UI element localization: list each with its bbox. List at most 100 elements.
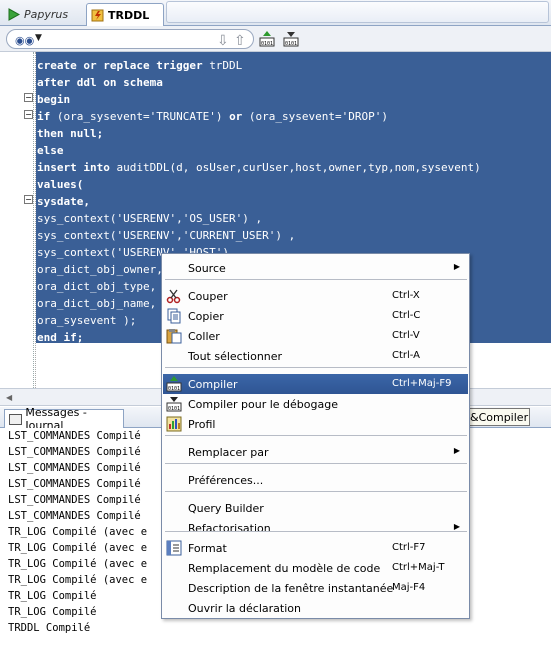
- log-line: TR_LOG Compilé: [8, 606, 97, 618]
- log-line: TR_LOG Compilé (avec e: [8, 526, 148, 538]
- submenu-arrow-icon: ▶: [453, 262, 460, 271]
- menu-item-label: Tout sélectionner: [188, 350, 283, 363]
- code-line[interactable]: begin: [37, 91, 481, 108]
- code-line[interactable]: sys_context('USERENV','CURRENT_USER') ,: [37, 227, 481, 244]
- context-menu: Source ▶ Couper Ctrl-X Copier Ctrl-C Coller Ctr…: [161, 253, 470, 619]
- tab-papyrus[interactable]: Papyrus: [3, 3, 83, 26]
- log-line: LST_COMMANDES Compilé: [8, 446, 141, 458]
- format-icon: [166, 540, 182, 556]
- menu-item-label: Couper: [188, 290, 228, 303]
- compile-debug-button[interactable]: 0101: [282, 30, 300, 48]
- menu-item-compiler[interactable]: 0101 Compiler Ctrl+Maj-F9: [163, 374, 468, 394]
- menu-item-remplacement-du-modele-de-code[interactable]: Remplacement du modèle de code Ctrl+Maj-T: [163, 558, 468, 578]
- play-icon: [8, 8, 20, 21]
- menu-item-copier[interactable]: Copier Ctrl-C: [163, 306, 468, 326]
- code-line[interactable]: then null;: [37, 125, 481, 142]
- tab-trddl[interactable]: TRDDL: [86, 3, 164, 27]
- menu-separator: [165, 491, 467, 492]
- code-line[interactable]: create or replace trigger trDDL: [37, 57, 481, 74]
- copy-icon: [166, 308, 182, 324]
- log-line: TR_LOG Compilé (avec e: [8, 558, 148, 570]
- code-line[interactable]: else: [37, 142, 481, 159]
- menu-item-label: Compiler pour le débogage: [188, 398, 338, 411]
- code-keyword: else: [37, 144, 64, 157]
- menu-item-shortcut: Ctrl+Maj-T: [392, 562, 445, 573]
- menu-item-label: Query Builder: [188, 502, 264, 515]
- menu-item-label: Copier: [188, 310, 224, 323]
- trigger-icon: [91, 9, 104, 22]
- app-window: Papyrus TRDDL ◉◉ ▼ ⇩ ⇧ 0101 0101 − − − c…: [0, 0, 551, 645]
- code-token: ora_dict_obj_type,: [37, 280, 157, 293]
- editor-toolbar: ◉◉ ▼ ⇩ ⇧ 0101 0101: [0, 26, 551, 52]
- menu-item-tout-selectionner[interactable]: Tout sélectionner Ctrl-A: [163, 346, 468, 366]
- code-token: ora_dict_obj_name,: [37, 297, 157, 310]
- code-keyword: sysdate,: [37, 195, 90, 208]
- log-line: TRDDL Compilé: [8, 622, 91, 634]
- code-line[interactable]: sysdate,: [37, 193, 481, 210]
- menu-item-label: Compiler: [188, 378, 238, 391]
- menu-separator: [165, 367, 467, 368]
- compile-button[interactable]: 0101: [258, 30, 276, 48]
- menu-item-query-builder[interactable]: Query Builder: [163, 498, 468, 518]
- svg-text:0101: 0101: [168, 406, 180, 412]
- menu-item-format[interactable]: Format Ctrl-F7: [163, 538, 468, 558]
- code-keyword: then null;: [37, 127, 104, 140]
- menu-item-label: Profil: [188, 418, 216, 431]
- menu-separator: [165, 279, 467, 280]
- scroll-left-icon[interactable]: ◀: [6, 393, 12, 402]
- menu-item-profil[interactable]: Profil: [163, 414, 468, 434]
- code-keyword: after ddl on schema: [37, 76, 163, 89]
- menu-item-compiler-pour-le-debogage[interactable]: 0101 Compiler pour le débogage: [163, 394, 468, 414]
- submenu-arrow-icon: ▶: [453, 522, 460, 531]
- code-keyword: if: [37, 110, 51, 123]
- code-token: sys_context('USERENV','CURRENT_USER') ,: [37, 229, 296, 242]
- menu-item-description-de-la-fenetre-instantanee[interactable]: Description de la fenêtre instantanée Maj…: [163, 578, 468, 598]
- tab-label: Papyrus: [24, 8, 69, 21]
- arrow-up-icon[interactable]: ⇧: [234, 33, 246, 49]
- log-line: LST_COMMANDES Compilé: [8, 510, 141, 522]
- log-line: LST_COMMANDES Compilé: [8, 494, 141, 506]
- binoculars-icon: ◉◉: [15, 34, 35, 47]
- menu-item-couper[interactable]: Couper Ctrl-X: [163, 286, 468, 306]
- menu-separator: [165, 463, 467, 464]
- tab-messages-journal[interactable]: Messages - Journal: [4, 406, 124, 432]
- menu-item-remplacer-par[interactable]: Remplacer par ▶: [163, 442, 468, 462]
- editor-gutter: [0, 52, 36, 388]
- menu-item-label: Coller: [188, 330, 220, 343]
- code-line[interactable]: values(: [37, 176, 481, 193]
- fold-toggle-begin[interactable]: −: [24, 93, 33, 102]
- search-dropdown[interactable]: ◉◉ ▼ ⇩ ⇧: [6, 29, 254, 49]
- menu-item-shortcut: Ctrl-V: [392, 330, 420, 341]
- menu-separator: [165, 435, 467, 436]
- log-line: TR_LOG Compilé: [8, 590, 97, 602]
- log-line: TR_LOG Compilé (avec e: [8, 542, 148, 554]
- menu-item-label: Remplacement du modèle de code: [188, 562, 381, 575]
- arrow-down-icon[interactable]: ⇩: [217, 33, 229, 49]
- code-line[interactable]: after ddl on schema: [37, 74, 481, 91]
- menu-item-shortcut: Ctrl-F7: [392, 542, 426, 553]
- chevron-down-icon: ▼: [35, 33, 42, 43]
- menu-item-shortcut: Ctrl-X: [392, 290, 420, 301]
- code-token: trDDL: [209, 59, 243, 72]
- code-line[interactable]: insert into auditDDL(d, osUser,curUser,h…: [37, 159, 481, 176]
- fold-toggle-insert[interactable]: −: [24, 195, 33, 204]
- menu-item-shortcut: Ctrl-C: [392, 310, 421, 321]
- code-line[interactable]: sys_context('USERENV','OS_USER') ,: [37, 210, 481, 227]
- menu-item-label: Description de la fenêtre instantanée: [188, 582, 394, 595]
- menu-item-source[interactable]: Source ▶: [163, 258, 468, 278]
- fold-toggle-if[interactable]: −: [24, 110, 33, 119]
- menu-item-shortcut: Ctrl-A: [392, 350, 421, 361]
- code-token: sys_context('USERENV','OS_USER') ,: [37, 212, 263, 225]
- menu-separator: [165, 531, 467, 532]
- menu-item-shortcut: Ctrl+Maj-F9: [392, 378, 452, 389]
- code-keyword: begin: [37, 93, 71, 106]
- menu-item-ouvrir-la-declaration[interactable]: Ouvrir la déclaration: [163, 598, 468, 618]
- menu-item-label: Ouvrir la déclaration: [188, 602, 301, 615]
- menu-item-preferences[interactable]: Préférences...: [163, 470, 468, 490]
- tooltip: &Compiler: [466, 408, 530, 426]
- menu-item-refactorisation[interactable]: Refactorisation ▶: [163, 518, 468, 538]
- menu-item-coller[interactable]: Coller Ctrl-V: [163, 326, 468, 346]
- paste-icon: [166, 328, 182, 344]
- code-line[interactable]: if (ora_sysevent='TRUNCATE') or (ora_sys…: [37, 108, 481, 125]
- editor-tab-strip: Papyrus TRDDL: [0, 0, 551, 27]
